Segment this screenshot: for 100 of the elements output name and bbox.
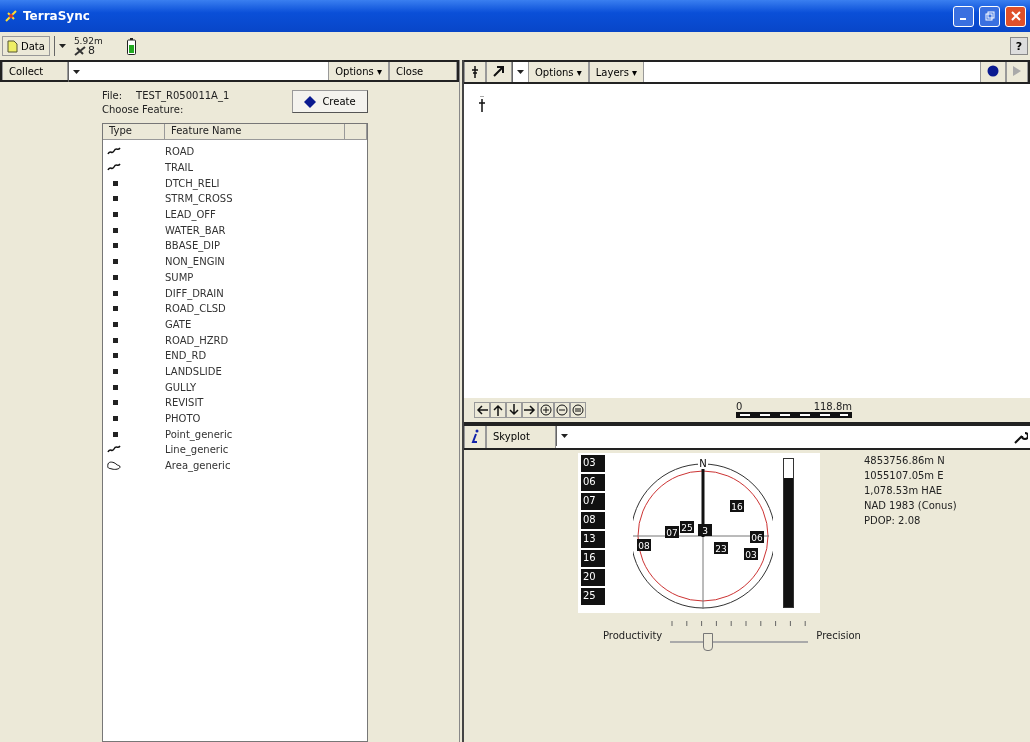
point-feature-icon bbox=[113, 290, 118, 296]
satellite-id: 08 bbox=[581, 511, 605, 529]
skyplot-section-button[interactable]: Skyplot bbox=[486, 425, 556, 448]
feature-name[interactable]: LANDSLIDE bbox=[165, 365, 222, 377]
zoom-button[interactable] bbox=[554, 401, 570, 418]
satellite-id: 06 bbox=[581, 473, 605, 491]
point-feature-icon bbox=[113, 196, 118, 202]
feature-name[interactable]: NON_ENGIN bbox=[165, 256, 225, 268]
feature-name[interactable]: Area_generic bbox=[165, 460, 231, 472]
column-header[interactable]: Feature Name bbox=[165, 124, 345, 139]
minimize-button[interactable] bbox=[953, 5, 974, 27]
options-menu[interactable]: Options ▾ bbox=[328, 62, 389, 80]
point-feature-icon bbox=[113, 274, 118, 280]
satellite-marker: 08 bbox=[637, 538, 651, 551]
data-section-button[interactable]: Data bbox=[2, 36, 50, 56]
circle-icon bbox=[572, 403, 584, 416]
feature-name[interactable]: PHOTO bbox=[165, 413, 201, 425]
column-header[interactable]: Type bbox=[103, 124, 165, 139]
feature-name[interactable]: BBASE_DIP bbox=[165, 240, 220, 252]
restore-button[interactable] bbox=[979, 5, 1000, 27]
info-icon bbox=[471, 428, 479, 443]
satellite-marker: 23 bbox=[714, 541, 728, 554]
feature-name[interactable]: TRAIL bbox=[165, 162, 193, 174]
dropdown-arrow-icon bbox=[73, 70, 80, 74]
close-button[interactable] bbox=[1005, 5, 1026, 27]
feature-name[interactable]: Line_generic bbox=[165, 444, 229, 456]
satellite-id: 20 bbox=[581, 568, 605, 586]
position-reading: NAD 1983 (Conus) bbox=[863, 499, 957, 511]
line-feature-icon bbox=[107, 445, 121, 455]
point-feature-icon bbox=[113, 227, 118, 233]
document-icon bbox=[7, 39, 18, 53]
feature-name[interactable]: SUMP bbox=[165, 271, 194, 283]
dropdown-arrow-icon bbox=[58, 44, 66, 48]
dot-icon bbox=[987, 65, 999, 77]
feature-name[interactable]: WATER_BAR bbox=[165, 224, 226, 236]
productivity-label: Productivity bbox=[603, 630, 663, 641]
satellite-marker: 25 bbox=[680, 520, 694, 533]
feature-name[interactable]: DTCH_RELI bbox=[165, 177, 220, 189]
satellite-id: 13 bbox=[581, 530, 605, 548]
north-arrow-button[interactable] bbox=[464, 62, 486, 82]
north-label: N bbox=[699, 457, 707, 469]
pan-button[interactable] bbox=[522, 401, 538, 418]
point-feature-icon bbox=[113, 353, 118, 359]
record-button[interactable] bbox=[980, 62, 1006, 82]
feature-name[interactable]: ROAD bbox=[165, 146, 195, 158]
zoom-button[interactable] bbox=[538, 401, 554, 418]
feature-name[interactable]: DIFF_DRAIN bbox=[165, 287, 224, 299]
feature-name[interactable]: REVISIT bbox=[165, 397, 204, 409]
zoom-button[interactable] bbox=[570, 401, 586, 418]
satellite-app-icon bbox=[4, 9, 18, 23]
file-name: TEST_R050011A_1 bbox=[136, 90, 230, 101]
diamond-icon bbox=[304, 95, 317, 108]
create-button[interactable]: Create bbox=[292, 90, 368, 113]
satellite-id: 03 bbox=[581, 454, 605, 472]
layers-menu[interactable]: Layers ▾ bbox=[588, 62, 645, 82]
line-feature-icon bbox=[107, 163, 121, 173]
feature-name[interactable]: STRM_CROSS bbox=[165, 193, 233, 205]
north-arrow-icon bbox=[471, 64, 479, 78]
point-feature-icon bbox=[113, 337, 118, 343]
feature-name[interactable]: GATE bbox=[165, 318, 192, 330]
point-feature-icon bbox=[113, 400, 118, 406]
scale-label: 0 bbox=[736, 401, 743, 412]
satellite-marker: 06 bbox=[750, 530, 764, 543]
help-button[interactable]: ? bbox=[1010, 37, 1028, 55]
point-feature-icon bbox=[113, 180, 118, 186]
feature-name[interactable]: LEAD_OFF bbox=[165, 209, 216, 221]
satellite-marker: 07 bbox=[665, 525, 679, 538]
slider-thumb[interactable] bbox=[702, 632, 713, 651]
position-reading: 4853756.86m N bbox=[863, 454, 946, 466]
options-menu[interactable]: Options ▾ bbox=[528, 62, 589, 82]
arrow-icon bbox=[508, 403, 520, 416]
play-icon bbox=[1013, 66, 1021, 76]
dropdown-arrow-icon bbox=[517, 70, 524, 74]
feature-name[interactable]: ROAD_HZRD bbox=[165, 334, 229, 346]
position-reading: PDOP: 2.08 bbox=[863, 514, 922, 526]
satellite-marker: 3 bbox=[698, 523, 712, 536]
point-feature-icon bbox=[113, 431, 118, 437]
close-icon bbox=[1010, 11, 1021, 21]
restore-icon bbox=[984, 11, 995, 21]
circle-icon bbox=[540, 403, 552, 416]
precision-slider-track[interactable] bbox=[670, 620, 809, 651]
info-button[interactable] bbox=[464, 425, 486, 448]
pan-button[interactable] bbox=[490, 401, 506, 418]
area-feature-icon bbox=[107, 461, 121, 471]
feature-name[interactable]: ROAD_CLSD bbox=[165, 303, 226, 315]
feature-name[interactable]: GULLY bbox=[165, 381, 196, 393]
pointer-tool-button[interactable] bbox=[486, 62, 512, 82]
collect-section-button[interactable]: Collect bbox=[2, 62, 68, 80]
feature-name[interactable]: Point_generic bbox=[165, 428, 233, 440]
pan-button[interactable] bbox=[506, 401, 522, 418]
satellite-id: 25 bbox=[581, 587, 605, 605]
precision-label: Precision bbox=[816, 630, 861, 641]
arrow-icon bbox=[492, 403, 504, 416]
close-form-button[interactable]: Close bbox=[389, 62, 457, 80]
pan-button[interactable] bbox=[474, 401, 490, 418]
dropdown-arrow-icon bbox=[561, 433, 568, 438]
feature-name[interactable]: END_RD bbox=[165, 350, 207, 362]
satellite-id: 07 bbox=[581, 492, 605, 510]
circle-icon bbox=[556, 403, 568, 416]
position-reading: 1055107.05m E bbox=[863, 469, 945, 481]
